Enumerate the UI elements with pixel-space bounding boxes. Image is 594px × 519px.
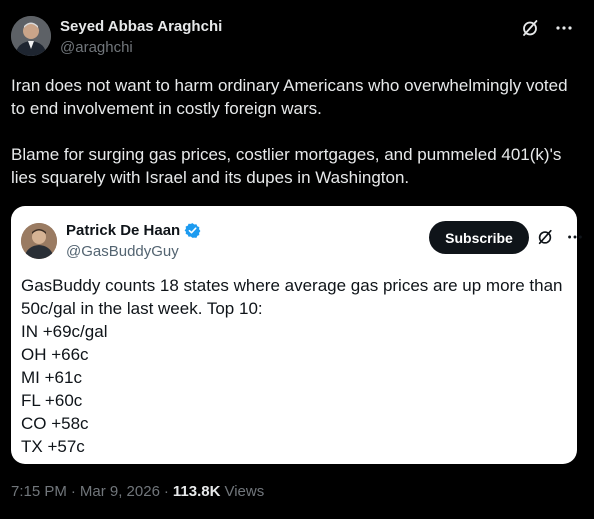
author-avatar[interactable] bbox=[11, 16, 51, 56]
post-text: Iran does not want to harm ordinary Amer… bbox=[11, 74, 581, 189]
quoted-actions bbox=[535, 227, 585, 247]
subscribe-button[interactable]: Subscribe bbox=[429, 221, 529, 254]
quoted-line: OH +66c bbox=[21, 345, 89, 364]
quoted-post[interactable]: Patrick De Haan @GasBuddyGuy Subscribe G… bbox=[11, 206, 582, 464]
quoted-line: GasBuddy counts 18 states where average … bbox=[21, 276, 563, 318]
more-horizontal-icon[interactable] bbox=[554, 18, 574, 38]
quoted-author-avatar[interactable] bbox=[21, 223, 57, 259]
quoted-line: IN +69c/gal bbox=[21, 322, 108, 341]
quoted-line: CO +58c bbox=[21, 414, 89, 433]
author-name[interactable]: Seyed Abbas Araghchi bbox=[60, 18, 222, 35]
views-label: Views bbox=[224, 483, 265, 500]
meta-separator: · bbox=[70, 483, 76, 500]
author-avatar-image bbox=[11, 16, 51, 56]
post-paragraph: Iran does not want to harm ordinary Amer… bbox=[11, 76, 568, 118]
grok-slash-icon[interactable] bbox=[535, 227, 555, 247]
grok-slash-icon[interactable] bbox=[520, 18, 540, 38]
quoted-text: GasBuddy counts 18 states where average … bbox=[21, 274, 571, 458]
quoted-author-handle[interactable]: @GasBuddyGuy bbox=[66, 243, 179, 260]
author-handle[interactable]: @araghchi bbox=[60, 39, 133, 56]
post-time[interactable]: 7:15 PM bbox=[11, 483, 67, 500]
quoted-author-name-row[interactable]: Patrick De Haan bbox=[66, 222, 201, 239]
meta-separator: · bbox=[163, 483, 169, 500]
quoted-line: FL +60c bbox=[21, 391, 83, 410]
views-count[interactable]: 113.8K bbox=[173, 483, 221, 500]
quoted-line: MI +61c bbox=[21, 368, 82, 387]
post-meta: 7:15 PM · Mar 9, 2026 · 113.8K Views bbox=[11, 483, 264, 500]
post-date[interactable]: Mar 9, 2026 bbox=[80, 483, 160, 500]
quoted-author-name: Patrick De Haan bbox=[66, 222, 181, 239]
post-actions bbox=[520, 18, 574, 38]
verified-badge-icon bbox=[184, 223, 201, 238]
quoted-avatar-image bbox=[21, 223, 57, 259]
more-horizontal-icon[interactable] bbox=[565, 227, 585, 247]
tweet: Seyed Abbas Araghchi @araghchi Iran does… bbox=[0, 0, 594, 519]
post-paragraph: Blame for surging gas prices, costlier m… bbox=[11, 145, 562, 187]
quoted-line: TX +57c bbox=[21, 437, 85, 456]
